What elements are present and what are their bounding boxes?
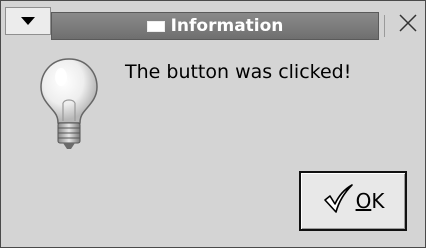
- checkmark-icon: [322, 184, 354, 218]
- dialog-message: The button was clicked!: [125, 61, 352, 83]
- lightbulb-icon: [37, 55, 101, 151]
- window-icon: [146, 20, 165, 32]
- close-button[interactable]: [395, 12, 421, 38]
- ok-button-content: OK: [322, 184, 385, 218]
- window-title: Information: [170, 16, 284, 36]
- close-icon: [398, 13, 418, 37]
- window-title-area[interactable]: Information: [51, 12, 379, 40]
- title-separator: [384, 15, 385, 37]
- ok-label-rest: K: [371, 189, 385, 213]
- information-dialog-window: Information The button was clicked! OK: [0, 0, 426, 248]
- ok-button[interactable]: OK: [299, 171, 407, 231]
- ok-mnemonic: O: [355, 189, 372, 213]
- window-menu-button[interactable]: [5, 7, 51, 35]
- ok-button-label: OK: [356, 189, 385, 213]
- title-bar: Information: [1, 1, 425, 40]
- dialog-body: The button was clicked! OK: [9, 43, 419, 239]
- triangle-down-icon: [21, 16, 35, 26]
